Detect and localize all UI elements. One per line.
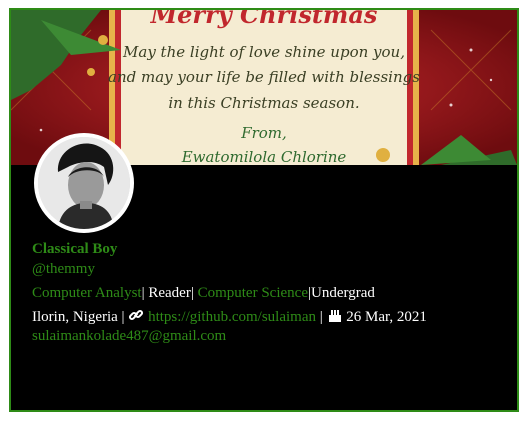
role-computer-analyst: Computer Analyst bbox=[32, 285, 142, 301]
role-reader: Reader bbox=[148, 285, 191, 301]
role-undergrad: Undergrad bbox=[311, 285, 375, 301]
greeting-title: Merry Christmas bbox=[150, 10, 378, 29]
meta-separator: | bbox=[319, 309, 323, 325]
profile-birthday: 26 Mar, 2021 bbox=[346, 309, 427, 325]
github-link[interactable]: https://github.com/sulaiman bbox=[148, 309, 316, 325]
profile-handle: @themmy bbox=[32, 261, 95, 277]
profile-location: Ilorin, Nigeria | bbox=[32, 309, 125, 325]
role-separator: | bbox=[190, 285, 198, 301]
profile-email[interactable]: sulaimankolade487@gmail.com bbox=[32, 326, 226, 346]
greeting-line-1: May the light of love shine upon you, bbox=[123, 43, 405, 61]
profile-roles: Computer Analyst| Reader| Computer Scien… bbox=[32, 283, 375, 303]
birthday-cake-icon bbox=[327, 307, 343, 329]
greeting-line-3: in this Christmas season. bbox=[168, 94, 360, 112]
avatar[interactable] bbox=[34, 133, 134, 233]
greeting-line-2: and may your life be filled with blessin… bbox=[108, 68, 420, 86]
role-computer-science: Computer Science bbox=[197, 285, 308, 301]
profile-name: Classical Boy bbox=[32, 241, 118, 257]
profile-card: Merry Christmas May the light of love sh… bbox=[9, 8, 519, 412]
avatar-photo bbox=[38, 137, 130, 229]
